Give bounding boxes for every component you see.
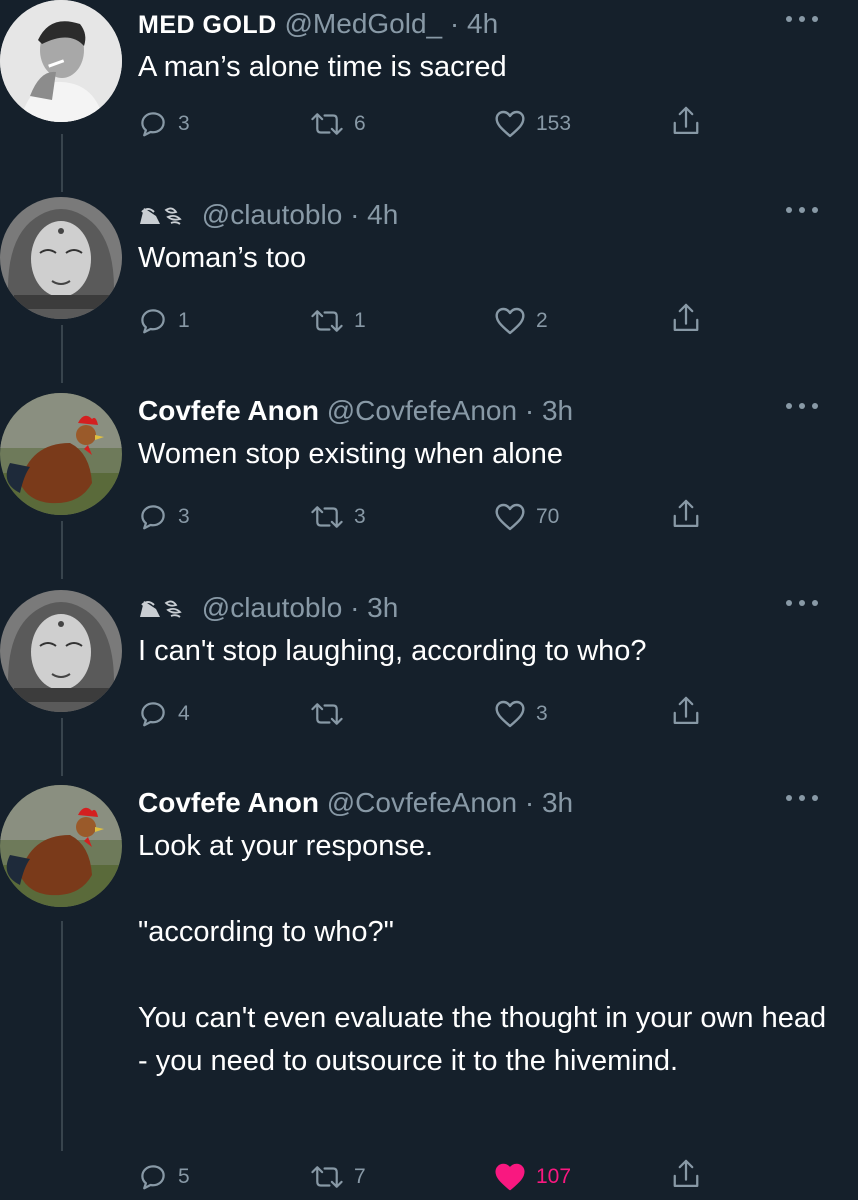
retweet-button[interactable]: 7	[310, 1157, 366, 1197]
avatar[interactable]	[0, 590, 122, 712]
share-icon	[673, 106, 699, 134]
heart-icon	[495, 700, 525, 728]
tweet-text: Women stop existing when alone	[138, 438, 564, 470]
tweet-header: MED GOLD @MedGold_ · 4h	[138, 6, 498, 42]
reply-button[interactable]: 4	[138, 694, 190, 734]
timestamp[interactable]: · 3h	[525, 395, 573, 426]
emoji-display-name[interactable]	[138, 199, 188, 235]
retweet-count: 3	[354, 505, 366, 528]
tweet-actions: 3 6 153	[138, 104, 718, 144]
more-icon[interactable]	[786, 14, 818, 24]
tweet-text: Woman’s too	[138, 242, 307, 274]
more-icon[interactable]	[786, 793, 818, 803]
avatar[interactable]	[0, 393, 122, 515]
share-button[interactable]	[671, 301, 701, 340]
like-button[interactable]: 153	[494, 104, 571, 144]
tweet-text: I can't stop laughing, according to who?	[138, 635, 647, 667]
retweet-count: 1	[354, 309, 366, 332]
retweet-icon	[311, 310, 343, 332]
share-button[interactable]	[671, 694, 701, 733]
heart-icon	[495, 503, 525, 531]
share-icon	[673, 303, 699, 331]
avatar[interactable]	[0, 0, 122, 122]
reply-button[interactable]: 1	[138, 301, 190, 341]
thread-line	[61, 325, 63, 383]
reply-icon	[141, 505, 165, 530]
tweet-text: A man’s alone time is sacred	[138, 51, 507, 83]
display-name[interactable]: Covfefe Anon	[138, 787, 319, 818]
timestamp[interactable]: · 3h	[525, 787, 573, 818]
like-count: 107	[536, 1165, 572, 1188]
like-count: 2	[536, 309, 548, 332]
reply-button[interactable]: 3	[138, 104, 190, 144]
reply-icon	[141, 112, 165, 137]
reply-count: 1	[178, 309, 190, 332]
heart-filled-icon	[495, 1163, 525, 1191]
reply-count: 5	[178, 1165, 190, 1188]
share-button[interactable]	[671, 497, 701, 536]
retweet-icon	[311, 113, 343, 135]
more-icon[interactable]	[786, 401, 818, 411]
tweet-header: Covfefe Anon @CovfefeAnon · 3h	[138, 393, 573, 429]
reply-count: 3	[178, 112, 190, 135]
retweet-icon	[311, 506, 343, 528]
timestamp[interactable]: · 4h	[450, 8, 498, 39]
handle[interactable]: @clautoblo	[202, 592, 343, 623]
retweet-count: 7	[354, 1165, 366, 1188]
retweet-count: 6	[354, 112, 366, 135]
reply-icon	[141, 1165, 165, 1190]
like-button[interactable]: 2	[494, 301, 548, 341]
thread-line	[61, 134, 63, 192]
retweet-button[interactable]: 6	[310, 104, 366, 144]
like-count: 3	[536, 702, 548, 725]
display-name[interactable]: Covfefe Anon	[138, 395, 319, 426]
like-count: 153	[536, 112, 572, 135]
reply-count: 3	[178, 505, 190, 528]
handle[interactable]: @CovfefeAnon	[327, 787, 517, 818]
like-button[interactable]: 3	[494, 694, 548, 734]
thread-line	[61, 921, 63, 1151]
heart-icon	[495, 307, 525, 335]
reply-button[interactable]: 3	[138, 497, 190, 537]
share-icon	[673, 1159, 699, 1187]
retweet-button[interactable]: 1	[310, 301, 366, 341]
handle[interactable]: @MedGold_	[285, 8, 443, 39]
reply-button[interactable]: 5	[138, 1157, 190, 1197]
retweet-icon	[311, 703, 343, 725]
share-button[interactable]	[671, 1157, 701, 1196]
like-count: 70	[536, 505, 560, 528]
retweet-icon	[311, 1166, 343, 1188]
like-button[interactable]: 107	[494, 1157, 571, 1197]
avatar[interactable]	[0, 785, 122, 907]
timestamp[interactable]: · 3h	[350, 592, 398, 623]
reply-icon	[141, 702, 165, 727]
more-icon[interactable]	[786, 598, 818, 608]
share-button[interactable]	[671, 104, 701, 143]
heart-icon	[495, 110, 525, 138]
tweet-actions: 3 3 70	[138, 497, 718, 537]
handle[interactable]: @clautoblo	[202, 199, 343, 230]
retweet-button[interactable]: 3	[310, 497, 366, 537]
reply-icon	[141, 309, 165, 334]
tweet-header: @clautoblo · 3h	[138, 590, 398, 626]
tweet-header: Covfefe Anon @CovfefeAnon · 3h	[138, 785, 573, 821]
share-icon	[673, 499, 699, 527]
timestamp[interactable]: · 4h	[350, 199, 398, 230]
emoji-display-name[interactable]	[138, 592, 188, 628]
avatar[interactable]	[0, 197, 122, 319]
tweet-actions: 4 3	[138, 694, 718, 734]
retweet-button[interactable]	[310, 694, 354, 734]
tweet-header: @clautoblo · 4h	[138, 197, 398, 233]
handle[interactable]: @CovfefeAnon	[327, 395, 517, 426]
like-button[interactable]: 70	[494, 497, 559, 537]
thread-line	[61, 521, 63, 579]
reply-count: 4	[178, 702, 190, 725]
tweet-text: Look at your response. "according to who…	[138, 830, 827, 1077]
more-icon[interactable]	[786, 205, 818, 215]
tweet-actions: 1 1 2	[138, 301, 718, 341]
thread-line	[61, 718, 63, 776]
tweet-actions: 5 7 107	[138, 1157, 718, 1197]
display-name[interactable]: MED GOLD	[138, 11, 277, 39]
share-icon	[673, 696, 699, 724]
